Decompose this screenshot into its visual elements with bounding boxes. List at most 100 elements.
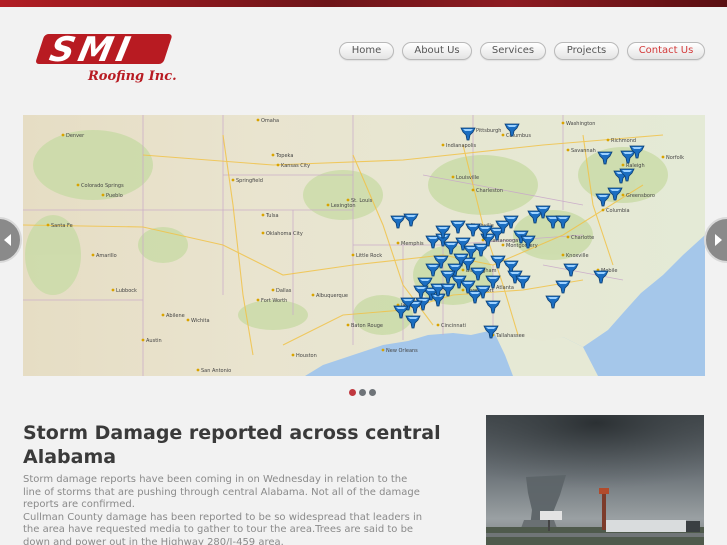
slider-prev-button[interactable] bbox=[0, 217, 22, 263]
main-nav: Home About Us Services Projects Contact … bbox=[339, 42, 705, 60]
map-city-dot bbox=[566, 148, 570, 152]
map-city-dot bbox=[311, 293, 315, 297]
article-title: Storm Damage reported across central Ala… bbox=[23, 422, 441, 468]
map-city-dot bbox=[621, 163, 625, 167]
slider-dot-2[interactable] bbox=[359, 389, 366, 396]
map-city-dot bbox=[196, 368, 200, 372]
map-city-label: New Orleans bbox=[386, 348, 418, 354]
article-paragraph: Storm damage reports have been coming in… bbox=[23, 474, 420, 510]
slider-next-button[interactable] bbox=[704, 217, 727, 263]
map-city-dot bbox=[621, 193, 625, 197]
map-city-dot bbox=[351, 253, 355, 257]
map-city-label: Oklahoma City bbox=[266, 231, 303, 237]
map-city-dot bbox=[256, 298, 260, 302]
map-city-dot bbox=[161, 313, 165, 317]
map-city-label: Savannah bbox=[571, 148, 596, 154]
map-city-label: Montgomery bbox=[506, 243, 538, 249]
map-city-label: Knoxville bbox=[566, 253, 589, 259]
map-city-label: Columbus bbox=[506, 133, 531, 139]
image-slider[interactable]: Oklahoma CityMemphisAtlantaNashvilleDall… bbox=[23, 115, 705, 376]
map-city-dot bbox=[291, 353, 295, 357]
map-city-dot bbox=[441, 143, 445, 147]
map-city-label: Pueblo bbox=[106, 193, 123, 199]
map-city-dot bbox=[76, 183, 80, 187]
map-city-dot bbox=[346, 323, 350, 327]
map-city-label: Springfield bbox=[236, 178, 263, 184]
map-city-label: Fort Worth bbox=[261, 298, 287, 304]
map-city-dot bbox=[561, 121, 565, 125]
map-city-label: Albuquerque bbox=[316, 293, 348, 299]
map-city-label: Kansas City bbox=[281, 163, 310, 169]
svg-text:SMI: SMI bbox=[46, 30, 137, 70]
map-city-label: Charlotte bbox=[571, 235, 594, 241]
map-city-label: Abilene bbox=[166, 313, 185, 319]
map-city-label: Columbia bbox=[606, 208, 630, 214]
map-city-dot bbox=[566, 235, 570, 239]
map-city-dot bbox=[601, 208, 605, 212]
map-city-dot bbox=[396, 241, 400, 245]
map-city-label: Little Rock bbox=[356, 253, 382, 259]
nav-home[interactable]: Home bbox=[339, 42, 394, 60]
map-city-label: Wichita bbox=[191, 318, 210, 324]
smi-logo[interactable]: SMI Roofing Inc. bbox=[26, 30, 178, 86]
map-city-label: Tulsa bbox=[265, 213, 279, 219]
map-city-dot bbox=[451, 175, 455, 179]
storm-map-image: Oklahoma CityMemphisAtlantaNashvilleDall… bbox=[23, 115, 705, 376]
map-city-label: Lubbock bbox=[116, 288, 137, 294]
tornado-photo[interactable] bbox=[486, 415, 704, 545]
map-city-label: Pittsburgh bbox=[476, 128, 501, 134]
map-city-dot bbox=[261, 213, 265, 217]
nav-projects[interactable]: Projects bbox=[554, 42, 619, 60]
map-city-dot bbox=[276, 163, 280, 167]
map-city-label: Indianapolis bbox=[446, 143, 477, 149]
article-body: Storm damage reports have been coming in… bbox=[23, 474, 423, 545]
map-city-dot bbox=[501, 133, 505, 137]
map-city-dot bbox=[381, 348, 385, 352]
map-city-dot bbox=[141, 338, 145, 342]
map-city-dot bbox=[326, 203, 330, 207]
map-city-label: Raleigh bbox=[626, 163, 645, 169]
map-city-label: Charleston bbox=[476, 188, 503, 194]
top-accent-bar bbox=[0, 0, 727, 7]
map-city-dot bbox=[471, 188, 475, 192]
map-city-dot bbox=[111, 288, 115, 292]
map-city-dot bbox=[91, 253, 95, 257]
map-city-dot bbox=[346, 198, 350, 202]
map-city-dot bbox=[101, 193, 105, 197]
map-city-dot bbox=[256, 118, 260, 122]
slider-dot-1[interactable] bbox=[349, 389, 356, 396]
map-city-dot bbox=[271, 153, 275, 157]
map-city-dot bbox=[661, 155, 665, 159]
map-city-label: Colorado Springs bbox=[81, 183, 124, 189]
map-city-label: Austin bbox=[146, 338, 162, 344]
article-paragraph: Cullman County damage has been reported … bbox=[23, 511, 423, 545]
map-city-label: Richmond bbox=[611, 138, 636, 144]
map-city-label: Baton Rouge bbox=[351, 323, 383, 329]
map-city-dot bbox=[501, 243, 505, 247]
map-city-label: Washington bbox=[566, 121, 595, 127]
map-city-dot bbox=[186, 318, 190, 322]
nav-contact-us[interactable]: Contact Us bbox=[627, 42, 705, 60]
map-city-dot bbox=[261, 231, 265, 235]
map-city-label: Tallahassee bbox=[495, 333, 525, 339]
map-city-dot bbox=[436, 323, 440, 327]
chevron-right-icon bbox=[715, 234, 722, 246]
map-city-label: Omaha bbox=[261, 118, 279, 124]
nav-about-us[interactable]: About Us bbox=[402, 42, 472, 60]
map-city-label: Memphis bbox=[401, 241, 424, 247]
slider-pagination bbox=[349, 389, 376, 396]
map-city-dot bbox=[561, 253, 565, 257]
chevron-left-icon bbox=[4, 234, 11, 246]
nav-services[interactable]: Services bbox=[480, 42, 546, 60]
map-city-label: Norfolk bbox=[666, 155, 684, 161]
map-city-dot bbox=[606, 138, 610, 142]
map-city-dot bbox=[61, 133, 65, 137]
map-city-label: Dallas bbox=[276, 288, 292, 294]
map-city-label: Louisville bbox=[456, 175, 479, 181]
map-city-label: Cincinnati bbox=[441, 323, 466, 329]
map-city-label: Denver bbox=[66, 133, 85, 139]
svg-text:Roofing Inc.: Roofing Inc. bbox=[87, 69, 177, 84]
map-city-dot bbox=[461, 268, 465, 272]
slider-dot-3[interactable] bbox=[369, 389, 376, 396]
map-city-dot bbox=[461, 288, 465, 292]
